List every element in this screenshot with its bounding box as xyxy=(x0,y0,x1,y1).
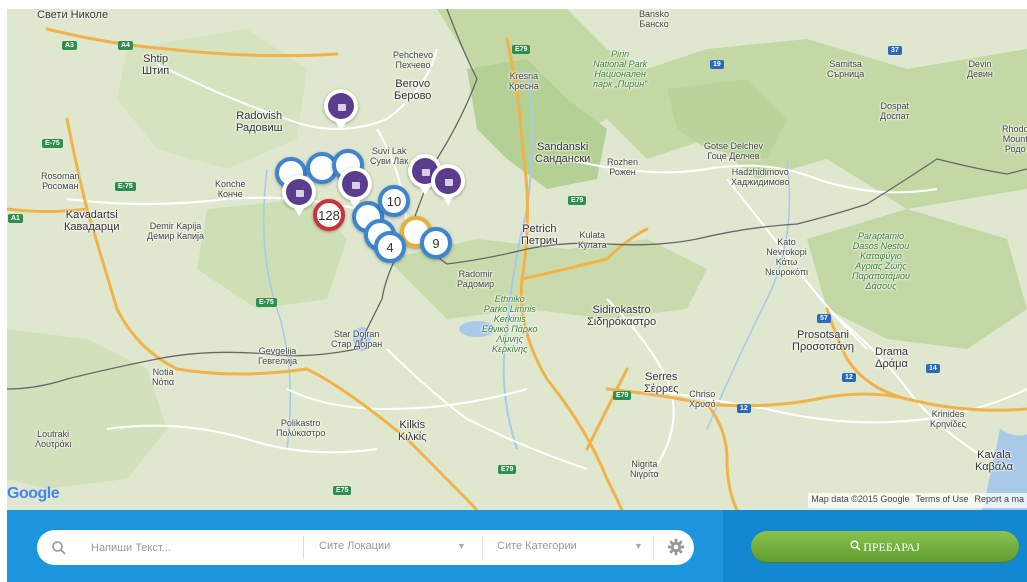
road-shield: A3 xyxy=(62,41,77,50)
road-shield: E79 xyxy=(613,391,632,400)
map-label: Gotse Delchev Гоце Делчев xyxy=(704,141,764,161)
road-shield: E79 xyxy=(568,196,587,205)
road-shield: A4 xyxy=(118,41,133,50)
map-label: Suvi Lak Суви Лак xyxy=(370,146,409,166)
map-label: Prosotsani Προσοτσάνη xyxy=(792,329,855,353)
search-form: Сите Локации ▼ Сите Категории ▼ xyxy=(37,530,694,565)
map-data-credit: Map data ©2015 Google xyxy=(811,494,910,504)
map-label: Hadzhidimovo Хаджидимово xyxy=(731,167,790,187)
road-shield: 12 xyxy=(737,404,751,413)
map-label: Notia Νότια xyxy=(152,367,175,387)
map-label: Rosoman Росоман xyxy=(41,171,80,191)
building-icon xyxy=(342,171,368,197)
map-label: Paraptamio Dasos Nestou Καταφύγιο Αγριας… xyxy=(852,231,910,291)
map-label: Loutraki Λουτράκι xyxy=(35,429,72,449)
road-shield: 19 xyxy=(710,60,724,69)
road-shield: E-75 xyxy=(42,139,63,148)
road-shield: 14 xyxy=(926,364,940,373)
map-label: Chriso Χρυσό xyxy=(689,389,716,409)
map-label: Свети Николе xyxy=(37,9,109,21)
road-shield: 57 xyxy=(817,314,831,323)
chevron-down-icon: ▼ xyxy=(457,541,466,551)
map-label: Kresna Кресна xyxy=(509,71,539,91)
google-logo-text: Google xyxy=(7,485,60,502)
location-pin[interactable] xyxy=(282,175,316,216)
categories-select-value: Сите Категории xyxy=(497,540,577,552)
map-label: Berovo Берово xyxy=(394,78,432,102)
road-shield: E79 xyxy=(498,465,517,474)
search-button-label: ПРЕБАРАЈ xyxy=(863,539,920,554)
building-icon xyxy=(286,179,312,205)
map-label: Polikastro Πολύκαστρο xyxy=(276,418,326,438)
cluster-marker-large[interactable]: 128 xyxy=(313,199,345,231)
map-label: Shtip Штип xyxy=(142,53,170,77)
search-icon xyxy=(51,540,67,556)
divider xyxy=(653,536,654,559)
cluster-marker[interactable]: 4 xyxy=(374,231,406,263)
map-label: Sandanski Сандански xyxy=(535,141,591,165)
map-label: Demir Kapija Демир Капија xyxy=(147,221,204,241)
location-pin[interactable] xyxy=(338,167,372,208)
road-shield: E-75 xyxy=(256,298,277,307)
map-label: Kilkis Κιλκίς xyxy=(398,419,427,443)
map-label: Devin Девин xyxy=(967,59,993,79)
location-pin[interactable] xyxy=(431,164,465,205)
gear-icon[interactable] xyxy=(667,538,685,556)
building-icon xyxy=(435,168,461,194)
locations-select[interactable]: Сите Локации ▼ xyxy=(304,530,482,565)
map-label: Kavala Καβάλα xyxy=(975,449,1013,473)
map-label: Sidirokastro Σιδηρόκαστρο xyxy=(587,304,657,328)
road-shield: E75 xyxy=(333,486,352,495)
map-area[interactable]: Свети Николе Shtip Штип Radovish Радовиш… xyxy=(7,9,1027,510)
locations-select-value: Сите Локации xyxy=(319,540,391,552)
map-label: Kato Nevrokopi Κάτω Νευροκόπι xyxy=(765,237,809,277)
road-shield: E79 xyxy=(512,45,531,54)
map-label: Ethniko Parko Limnis Kerkinis Εθνικό Πάρ… xyxy=(482,294,538,354)
map-label: Pirin National Park Национален парк „Пир… xyxy=(593,49,648,89)
map-label: Rozhen Рожен xyxy=(607,157,639,177)
map-label: Pehchevo Пехчево xyxy=(393,50,434,70)
google-logo[interactable]: Google xyxy=(7,485,60,503)
location-pin[interactable] xyxy=(324,89,358,130)
cluster-marker[interactable]: 9 xyxy=(420,227,452,259)
search-bar: Сите Локации ▼ Сите Категории ▼ xyxy=(7,510,1027,582)
search-button[interactable]: ПРЕБАРАЈ xyxy=(751,531,1019,563)
map-label: Petrich Петрич xyxy=(521,223,558,247)
chevron-down-icon: ▼ xyxy=(634,541,643,551)
map-label: Bansko Банско xyxy=(639,9,670,29)
building-icon xyxy=(328,93,354,119)
search-icon xyxy=(850,540,861,555)
map-label: Radovish Радовиш xyxy=(236,110,283,134)
road-shield: 37 xyxy=(888,46,902,55)
cluster-marker[interactable]: 10 xyxy=(378,185,410,217)
road-shield: 12 xyxy=(842,373,856,382)
map-label: Krinides Κρηνίδες xyxy=(930,409,966,429)
road-shield: A1 xyxy=(8,214,23,223)
terms-of-use-link[interactable]: Terms of Use xyxy=(915,494,968,507)
search-text-input[interactable] xyxy=(89,539,293,557)
map-label: Dospat Доспат xyxy=(880,101,910,121)
map-label: Serres Σέρρες xyxy=(644,371,679,395)
map-label: Nigrita Νιγρίτα xyxy=(630,459,659,479)
map-label: Konche Конче xyxy=(215,179,246,199)
map-label: Kavadartsi Кавадарци xyxy=(64,209,120,233)
map-attribution: Map data ©2015 Google Terms of Use Repor… xyxy=(808,493,1027,508)
map-label: Star Dojran Стар Дојран xyxy=(331,329,383,349)
categories-select[interactable]: Сите Категории ▼ xyxy=(483,530,653,565)
report-map-error-link[interactable]: Report a ma xyxy=(974,494,1024,507)
map-label: Samitsa Сърница xyxy=(827,59,865,79)
map-label: Rhodo Mount Родо xyxy=(1002,124,1027,154)
map-label: Radomir Радомир xyxy=(457,269,495,289)
road-shield: E-75 xyxy=(115,182,136,191)
map-label: Drama Δράμα xyxy=(875,346,909,370)
map-label: Kulata Кулата xyxy=(578,230,607,250)
map-label: Gevgelija Гевгелија xyxy=(258,346,298,366)
